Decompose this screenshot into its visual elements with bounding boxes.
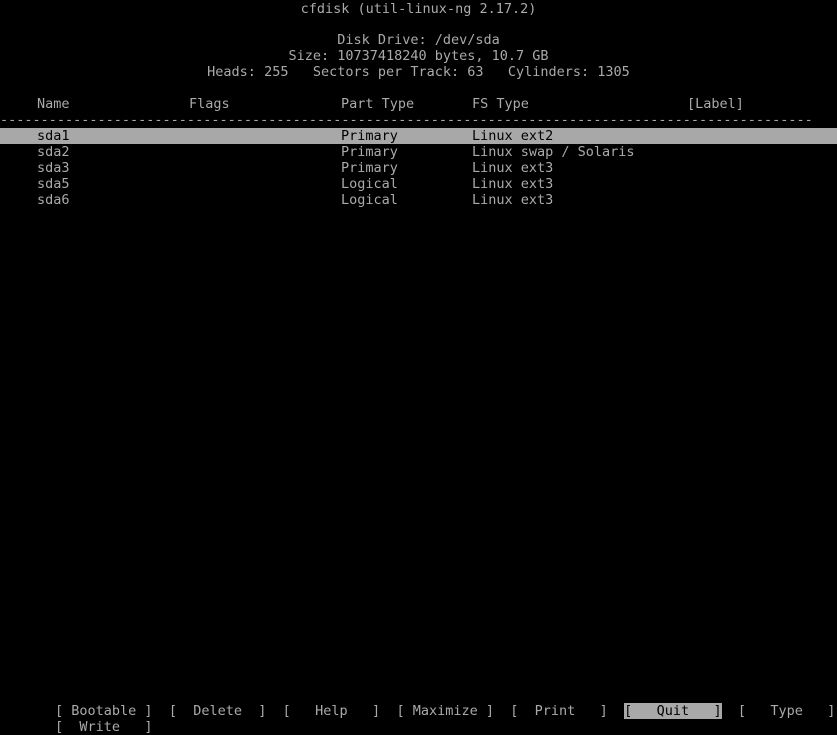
cfdisk-terminal-screen: cfdisk (util-linux-ng 2.17.2) Disk Drive… xyxy=(0,0,837,735)
table-separator-rule: ----------------------------------------… xyxy=(0,112,813,128)
disk-size-info: Size: 10737418240 bytes, 10.7 GB xyxy=(288,48,549,64)
partition-fs-type: Linux swap / Solaris xyxy=(472,144,635,160)
partition-part-type: Primary xyxy=(341,144,398,160)
menu-button-bootable[interactable]: [ Bootable ] xyxy=(55,703,153,719)
partition-table: sda1 Primary Linux ext2 sda2 Primary Linux sw… xyxy=(0,128,837,208)
menu-button-quit[interactable]: [ Quit ] xyxy=(624,703,722,719)
table-row[interactable]: sda1 Primary Linux ext2 xyxy=(0,128,837,144)
table-row[interactable]: sda3 Primary Linux ext3 xyxy=(0,160,837,176)
menu-gap xyxy=(380,703,396,719)
disk-drive-info: Disk Drive: /dev/sda xyxy=(337,32,500,48)
partition-fs-type: Linux ext3 xyxy=(472,160,554,176)
disk-geometry-info: Heads: 255 Sectors per Track: 63 Cylinde… xyxy=(207,64,630,80)
menu-gap xyxy=(494,703,510,719)
column-header-fs-type: FS Type xyxy=(472,96,529,112)
column-header-flags: Flags xyxy=(189,96,230,112)
column-header-part-type: Part Type xyxy=(341,96,415,112)
column-header-name: Name xyxy=(37,96,70,112)
partition-name: sda1 xyxy=(37,128,70,144)
menu-bar: [ Bootable ] [ Delete ] [ Help ] [ Maxim… xyxy=(0,703,837,735)
table-column-headers: Name Flags Part Type FS Type [Label] xyxy=(0,96,837,112)
table-row[interactable]: sda6 Logical Linux ext3 xyxy=(0,192,837,208)
partition-name: sda2 xyxy=(37,144,70,160)
menu-button-delete[interactable]: [ Delete ] xyxy=(169,703,267,719)
partition-fs-type: Linux ext2 xyxy=(472,128,554,144)
partition-part-type: Logical xyxy=(341,192,398,208)
menu-button-print[interactable]: [ Print ] xyxy=(510,703,608,719)
partition-part-type: Primary xyxy=(341,160,398,176)
partition-fs-type: Linux ext3 xyxy=(472,176,554,192)
menu-button-maximize[interactable]: [ Maximize ] xyxy=(396,703,494,719)
partition-name: sda5 xyxy=(37,176,70,192)
menu-gap xyxy=(722,703,738,719)
table-row[interactable]: sda5 Logical Linux ext3 xyxy=(0,176,837,192)
menu-gap xyxy=(608,703,624,719)
partition-part-type: Primary xyxy=(341,128,398,144)
column-header-label: [Label] xyxy=(687,96,744,112)
menu-button-type[interactable]: [ Type ] xyxy=(738,703,836,719)
menu-gap xyxy=(266,703,282,719)
partition-part-type: Logical xyxy=(341,176,398,192)
menu-row: [ Bootable ] [ Delete ] [ Help ] [ Maxim… xyxy=(0,703,837,719)
partition-name: sda3 xyxy=(37,160,70,176)
partition-fs-type: Linux ext3 xyxy=(472,192,554,208)
menu-gap xyxy=(153,703,169,719)
menu-button-help[interactable]: [ Help ] xyxy=(283,703,381,719)
table-row[interactable]: sda2 Primary Linux swap / Solaris xyxy=(0,144,837,160)
partition-name: sda6 xyxy=(37,192,70,208)
app-title: cfdisk (util-linux-ng 2.17.2) xyxy=(300,1,537,17)
